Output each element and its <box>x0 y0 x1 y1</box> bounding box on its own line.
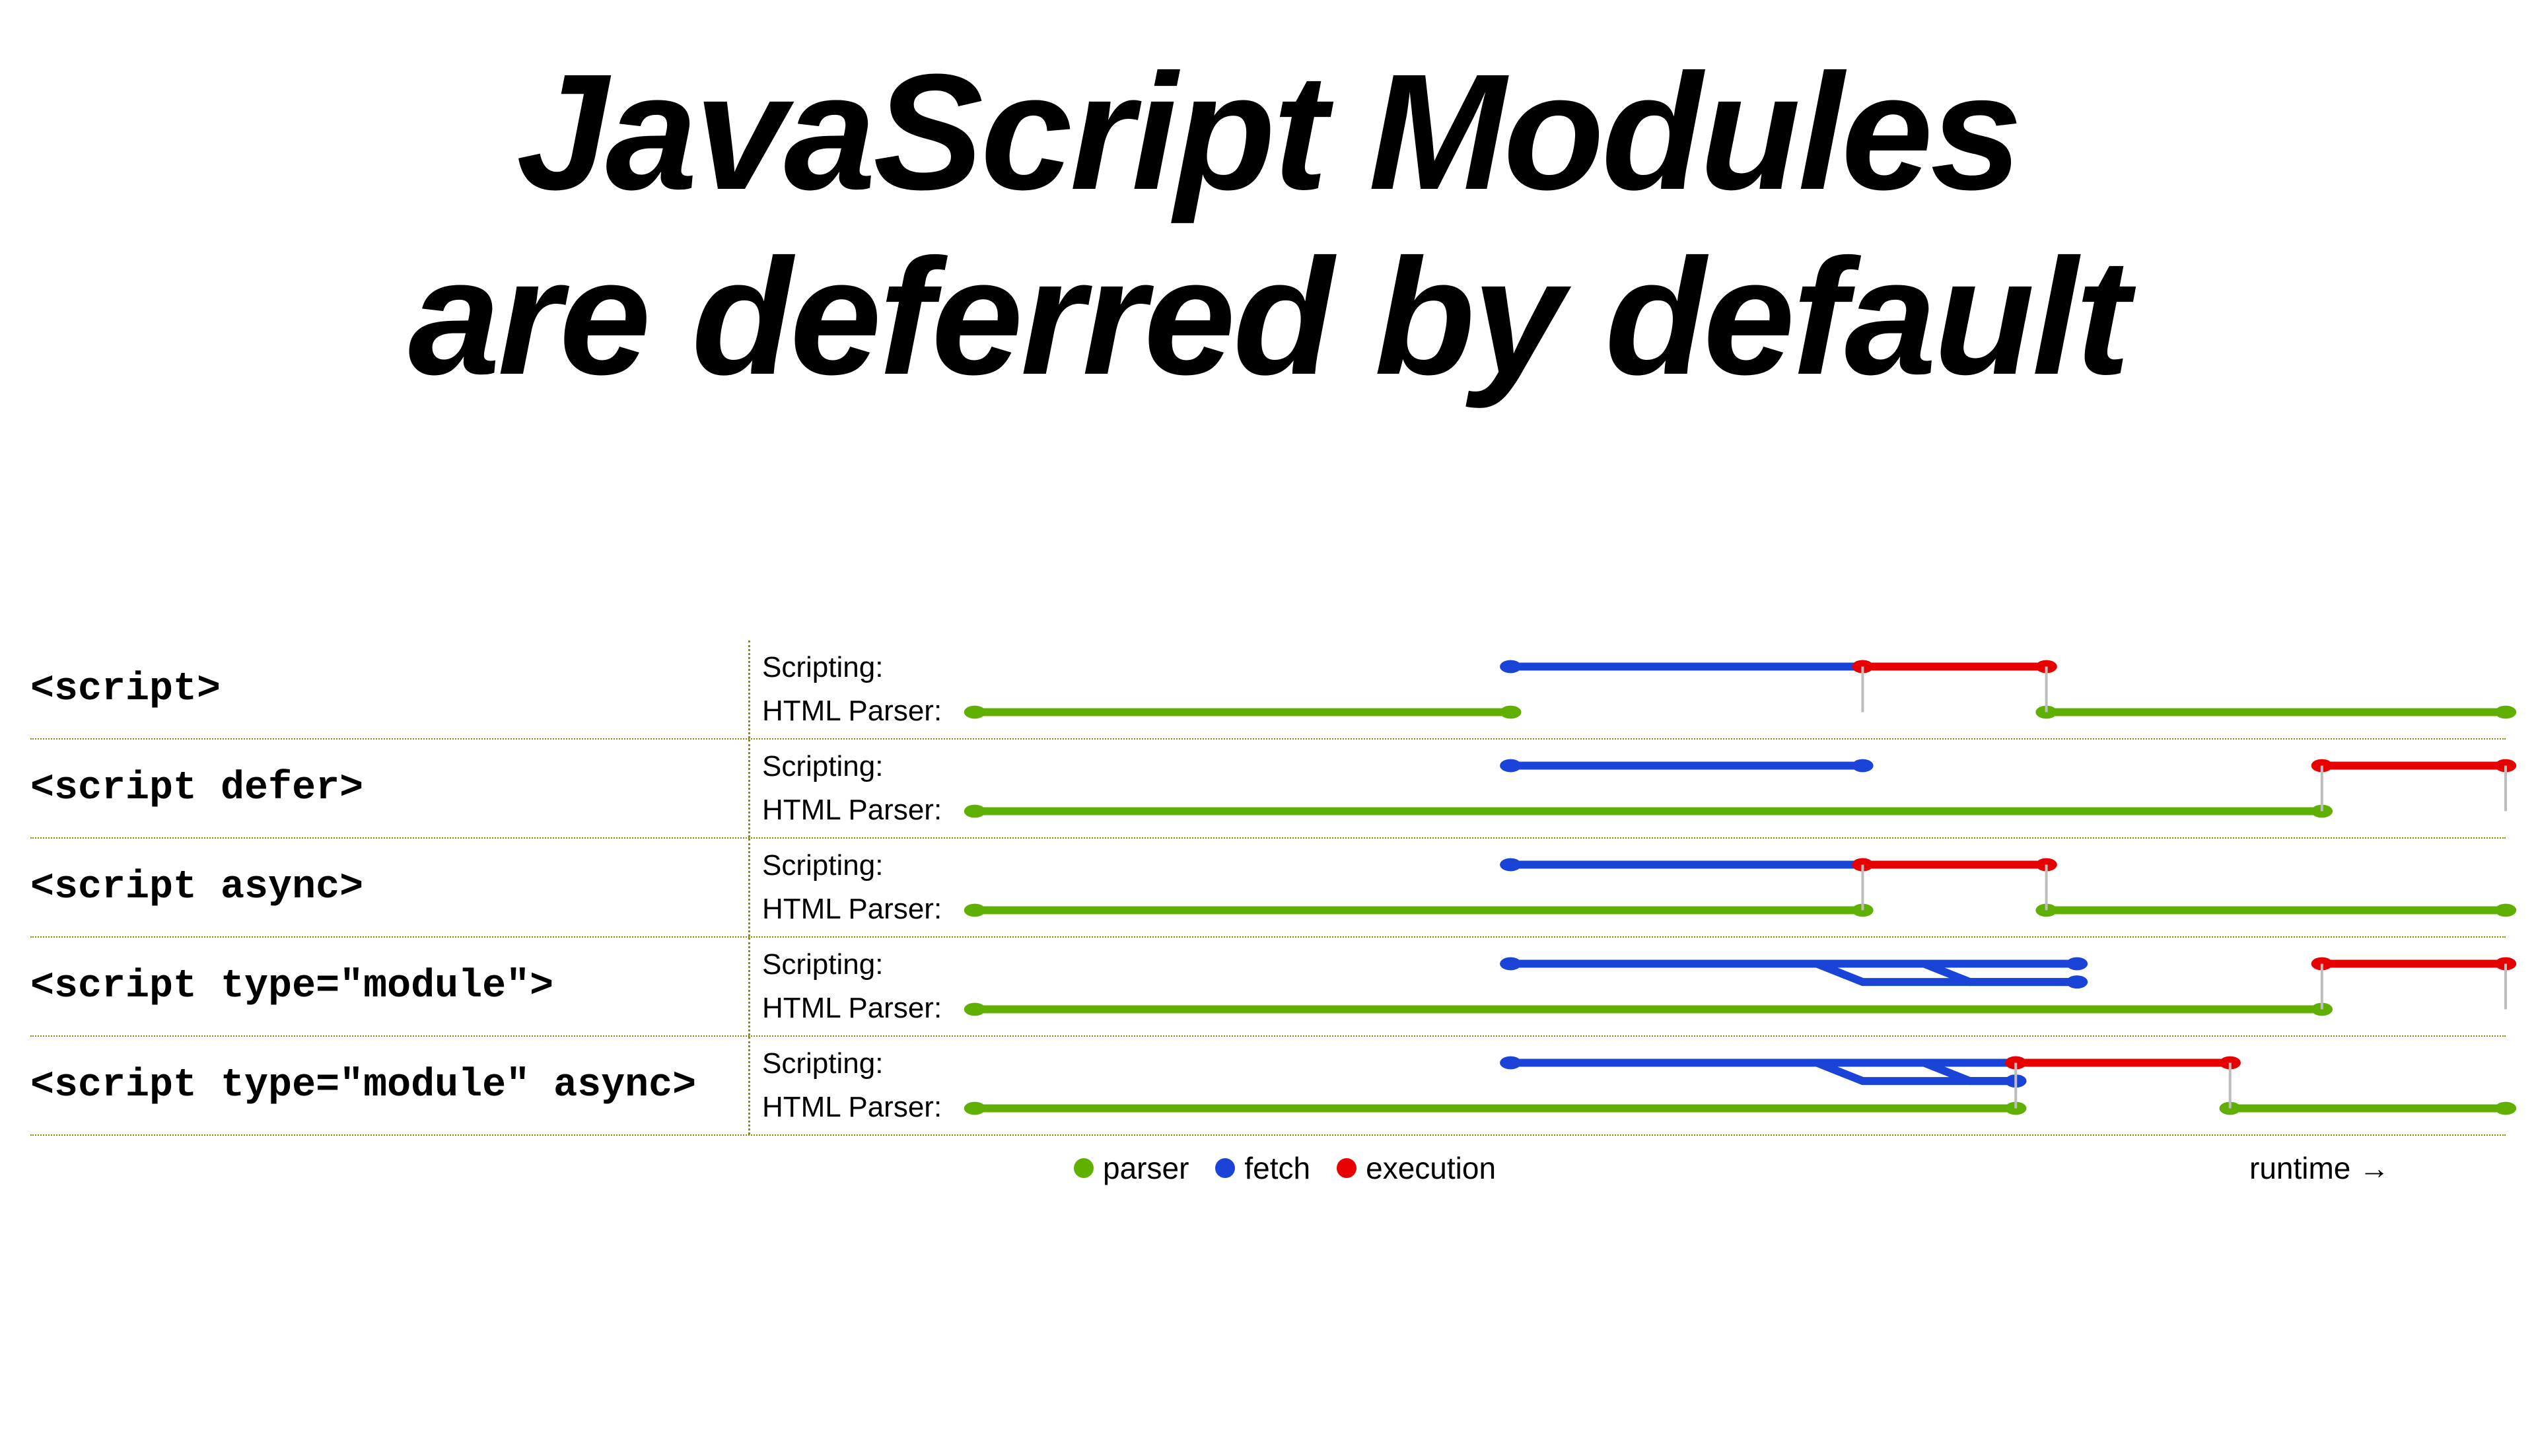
timeline-svg <box>975 839 2506 936</box>
execution-dot-icon <box>1337 1158 1356 1178</box>
script-tag-label: <script type="module" async> <box>30 1037 750 1134</box>
script-tag-label: <script async> <box>30 839 750 936</box>
script-tag-label: <script defer> <box>30 740 750 837</box>
scripting-label: Scripting: <box>762 646 975 689</box>
scripting-label: Scripting: <box>762 745 975 788</box>
legend-label: fetch <box>1244 1150 1310 1186</box>
script-tag-label: <script> <box>30 641 750 738</box>
title-line-1: JavaScript Modules <box>516 40 2020 224</box>
parser-label: HTML Parser: <box>762 689 975 733</box>
fetch-dot-icon <box>1215 1158 1235 1178</box>
lane-labels: Scripting: HTML Parser: <box>750 1037 975 1134</box>
timeline-plot <box>975 938 2506 1035</box>
legend-label: parser <box>1103 1150 1189 1186</box>
timeline-svg <box>975 938 2506 1035</box>
legend-item-parser: parser <box>1074 1150 1189 1186</box>
scripting-label: Scripting: <box>762 943 975 987</box>
timeline-row-module-async: <script type="module" async> Scripting: … <box>30 1037 2506 1136</box>
parser-dot-icon <box>1074 1158 1094 1178</box>
parser-label: HTML Parser: <box>762 987 975 1030</box>
timeline-svg <box>975 641 2506 738</box>
timeline-svg <box>975 740 2506 837</box>
timeline-row-script: <script> Scripting: HTML Parser: <box>30 641 2506 740</box>
scripting-label: Scripting: <box>762 1042 975 1086</box>
timing-diagram: <script> Scripting: HTML Parser: <script… <box>30 641 2506 1136</box>
legend-item-fetch: fetch <box>1215 1150 1310 1186</box>
lane-labels: Scripting: HTML Parser: <box>750 938 975 1035</box>
lane-labels: Scripting: HTML Parser: <box>750 740 975 837</box>
timeline-plot <box>975 1037 2506 1134</box>
runtime-axis-label: runtime → <box>2249 1150 2389 1186</box>
script-tag-label: <script type="module"> <box>30 938 750 1035</box>
parser-label: HTML Parser: <box>762 887 975 931</box>
page-title: JavaScript Modules are deferred by defau… <box>0 40 2536 409</box>
timeline-row-script-defer: <script defer> Scripting: HTML Parser: <box>30 740 2506 839</box>
page: JavaScript Modules are deferred by defau… <box>0 0 2536 1456</box>
timeline-plot <box>975 839 2506 936</box>
parser-label: HTML Parser: <box>762 788 975 832</box>
timeline-svg <box>975 1037 2506 1134</box>
title-line-2: are deferred by default <box>408 225 2127 409</box>
lane-labels: Scripting: HTML Parser: <box>750 641 975 738</box>
parser-label: HTML Parser: <box>762 1086 975 1129</box>
timeline-plot <box>975 641 2506 738</box>
timeline-plot <box>975 740 2506 837</box>
lane-labels: Scripting: HTML Parser: <box>750 839 975 936</box>
timeline-row-module: <script type="module"> Scripting: HTML P… <box>30 938 2506 1037</box>
timeline-row-script-async: <script async> Scripting: HTML Parser: <box>30 839 2506 938</box>
legend-item-execution: execution <box>1337 1150 1496 1186</box>
legend-label: execution <box>1366 1150 1496 1186</box>
legend: parser fetch execution <box>1074 1150 1496 1186</box>
scripting-label: Scripting: <box>762 844 975 887</box>
